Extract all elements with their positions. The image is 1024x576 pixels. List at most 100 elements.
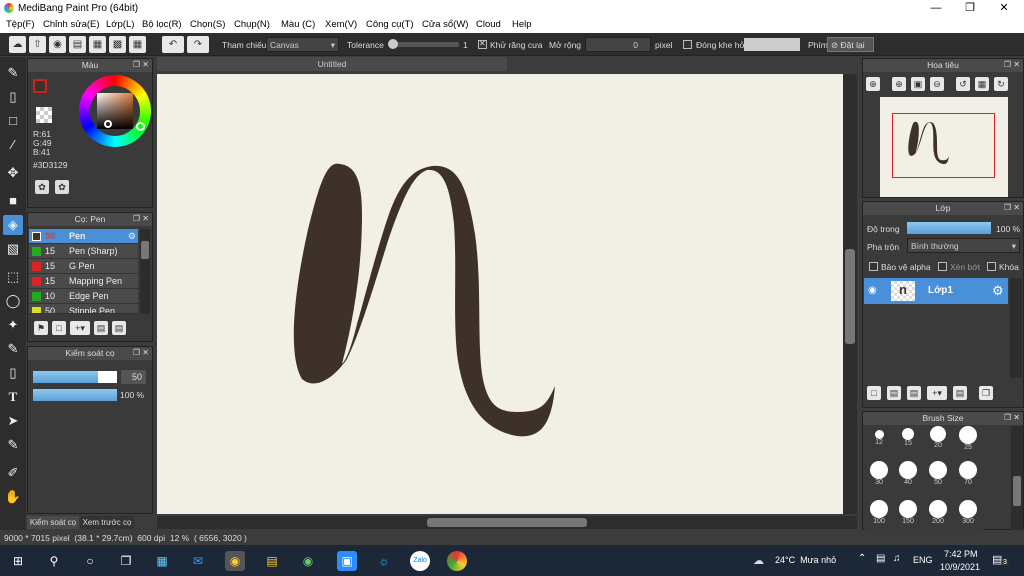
canvas-horizontal-scrollbar[interactable] bbox=[157, 516, 857, 529]
lasso-select-icon[interactable]: ◯ bbox=[3, 291, 23, 311]
scroll-thumb[interactable] bbox=[1013, 476, 1021, 506]
panel-icon[interactable]: ▩ bbox=[109, 36, 126, 53]
new-brush-icon[interactable]: □ bbox=[52, 321, 66, 335]
layer-copy-icon[interactable]: ▤ bbox=[907, 386, 921, 400]
brush-size-item[interactable]: 150 bbox=[896, 500, 920, 525]
transparent-swatch[interactable] bbox=[36, 107, 52, 123]
panel-controls-icon[interactable]: ❐ ✕ bbox=[133, 214, 149, 223]
folder-icon[interactable]: ▤ bbox=[112, 321, 126, 335]
size-value[interactable]: 50 bbox=[121, 370, 146, 384]
color-picker-handle[interactable] bbox=[104, 120, 112, 128]
lock-checkbox[interactable] bbox=[987, 262, 996, 271]
store-icon[interactable]: ▦ bbox=[152, 551, 172, 571]
zoom-in-icon[interactable]: ⊕ bbox=[892, 77, 906, 91]
text-tool-icon[interactable]: T bbox=[3, 387, 23, 407]
palette-icon[interactable]: ✿ bbox=[35, 180, 49, 194]
brush-size-item[interactable]: 25 bbox=[956, 426, 980, 451]
rotate-left-icon[interactable]: ↺ bbox=[956, 77, 970, 91]
gear-icon[interactable]: ⚙ bbox=[128, 229, 136, 244]
menu-select[interactable]: Chọn(S) bbox=[190, 19, 225, 30]
rotate-right-icon[interactable]: ↻ bbox=[994, 77, 1008, 91]
document-icon[interactable]: ▦ bbox=[89, 36, 106, 53]
zoom-out-icon[interactable]: ⊖ bbox=[930, 77, 944, 91]
brush-item[interactable]: 10 Edge Pen bbox=[29, 289, 138, 304]
comment-icon[interactable]: ◉ bbox=[49, 36, 66, 53]
line-tool-icon[interactable]: ∕ bbox=[3, 135, 23, 155]
brush-size-item[interactable]: 300 bbox=[956, 500, 980, 525]
brush-item[interactable]: 15 G Pen bbox=[29, 259, 138, 274]
add-brush-icon[interactable]: +▾ bbox=[70, 321, 90, 335]
menu-color[interactable]: Màu (C) bbox=[281, 19, 315, 30]
navigator-preview[interactable] bbox=[880, 97, 1008, 197]
clock-date[interactable]: 10/9/2021 bbox=[940, 562, 980, 572]
windows-start-icon[interactable]: ⊞ bbox=[8, 551, 28, 571]
scroll-thumb[interactable] bbox=[427, 518, 587, 527]
menu-edit[interactable]: Chỉnh sửa(E) bbox=[43, 19, 100, 30]
brush-size-item[interactable]: 50 bbox=[926, 461, 950, 486]
medibang-icon[interactable]: ◉ bbox=[225, 551, 245, 571]
scroll-thumb[interactable] bbox=[141, 241, 149, 259]
maximize-button[interactable]: ❐ bbox=[953, 0, 987, 17]
scroll-thumb[interactable] bbox=[845, 249, 855, 344]
menu-cloud[interactable]: Cloud bbox=[476, 19, 501, 30]
brush-size-item[interactable]: 100 bbox=[867, 500, 891, 525]
brush-size-item[interactable]: 12 bbox=[867, 430, 891, 446]
menu-tools[interactable]: Công cụ(T) bbox=[366, 19, 414, 30]
rect-select-icon[interactable]: ⬚ bbox=[3, 267, 23, 287]
blend-select[interactable]: Bình thường ▾ bbox=[907, 238, 1020, 253]
new-layer-icon[interactable]: □ bbox=[867, 386, 881, 400]
brush-size-item[interactable]: 30 bbox=[867, 461, 891, 486]
menu-window[interactable]: Cửa sổ(W) bbox=[422, 19, 468, 30]
fill-rect-tool-icon[interactable]: ■ bbox=[3, 191, 23, 211]
duplicate-icon[interactable]: ❐ bbox=[979, 386, 993, 400]
clock-time[interactable]: 7:42 PM bbox=[944, 549, 978, 559]
layer-scrollbar[interactable] bbox=[1010, 278, 1022, 378]
menu-filter[interactable]: Bộ lọc(R) bbox=[142, 19, 182, 30]
tab-brush-control[interactable]: Kiểm soát cọ bbox=[27, 516, 79, 529]
weather-icon[interactable]: ☁ bbox=[753, 554, 764, 567]
menu-capture[interactable]: Chụp(N) bbox=[234, 19, 270, 30]
brush-size-item[interactable]: 15 bbox=[896, 428, 920, 447]
canvas-vertical-scrollbar[interactable] bbox=[843, 74, 857, 514]
layer-row[interactable]: ◉ n Lớp1 ⚙ bbox=[864, 278, 1008, 304]
zoom-icon[interactable]: ▣ bbox=[337, 551, 357, 571]
tolerance-slider[interactable] bbox=[388, 39, 459, 49]
eye-icon[interactable]: ◉ bbox=[868, 285, 877, 296]
menu-layer[interactable]: Lớp(L) bbox=[106, 19, 134, 30]
operation-tool-icon[interactable]: ➤ bbox=[3, 411, 23, 431]
minimize-button[interactable]: — bbox=[919, 0, 953, 17]
layer-add-menu-icon[interactable]: +▾ bbox=[927, 386, 947, 400]
flip-icon[interactable]: ▦ bbox=[975, 77, 989, 91]
edge-icon[interactable]: ☼ bbox=[374, 551, 394, 571]
brush-size-item[interactable]: 70 bbox=[956, 461, 980, 486]
expand-input[interactable]: 0 bbox=[585, 37, 651, 52]
chevron-up-icon[interactable]: ⌃ bbox=[858, 553, 866, 564]
canvas[interactable] bbox=[157, 74, 843, 514]
clip-studio-icon[interactable]: ◉ bbox=[298, 551, 318, 571]
volume-icon[interactable]: ♫ bbox=[893, 553, 901, 564]
zalo-icon[interactable]: Zalo bbox=[410, 551, 430, 571]
redo-icon[interactable]: ↷ bbox=[187, 36, 209, 53]
new-layer-icon[interactable]: ▤ bbox=[887, 386, 901, 400]
mail-icon[interactable]: ✉ bbox=[188, 551, 208, 571]
brush-tool-icon[interactable]: ✎ bbox=[3, 63, 23, 83]
slider-handle[interactable] bbox=[388, 39, 398, 49]
panel-controls-icon[interactable]: ❐ ✕ bbox=[1004, 413, 1020, 422]
eraser-tool-icon[interactable]: ▯ bbox=[3, 87, 23, 107]
zoom-in-icon[interactable]: ⊕ bbox=[866, 77, 880, 91]
brush-size-item[interactable]: 200 bbox=[926, 500, 950, 525]
search-icon[interactable]: ⚲ bbox=[44, 551, 64, 571]
gear-icon[interactable]: ⚙ bbox=[992, 283, 1004, 299]
hand-tool-icon[interactable]: ✋ bbox=[3, 487, 23, 507]
grid-icon[interactable]: ▦ bbox=[129, 36, 146, 53]
shape-tool-icon[interactable]: □ bbox=[3, 111, 23, 131]
brush-size-scrollbar[interactable] bbox=[1011, 426, 1023, 530]
primary-color-swatch[interactable] bbox=[33, 79, 47, 93]
brush-size-item[interactable]: 20 bbox=[926, 426, 950, 449]
protect-alpha-checkbox[interactable] bbox=[869, 262, 878, 271]
layer-opacity-slider[interactable] bbox=[907, 222, 991, 234]
divide-tool-icon[interactable]: ✎ bbox=[3, 435, 23, 455]
menu-file[interactable]: Tệp(F) bbox=[6, 19, 35, 30]
menu-help[interactable]: Help bbox=[512, 19, 532, 30]
brush-item[interactable]: 15 Mapping Pen bbox=[29, 274, 138, 289]
